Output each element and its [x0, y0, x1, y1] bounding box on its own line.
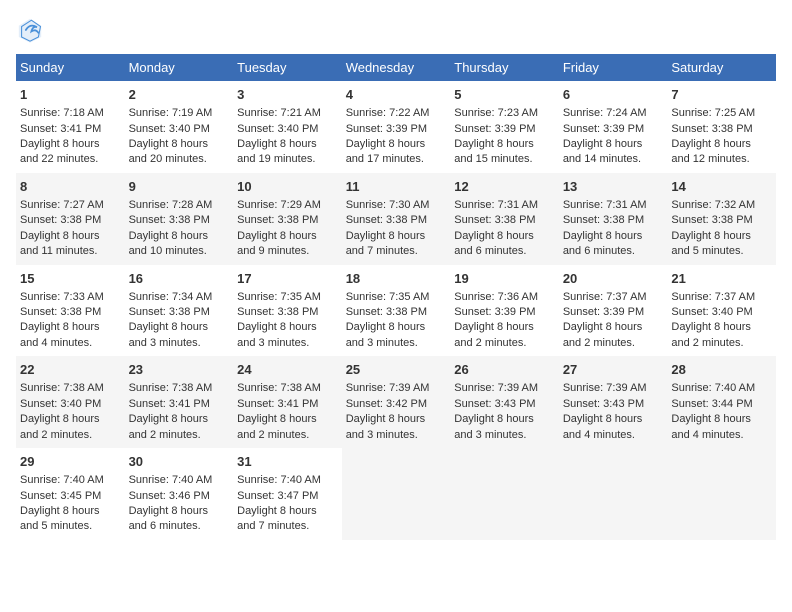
day-header-sunday: Sunday	[16, 54, 125, 81]
calendar-cell	[342, 448, 451, 540]
logo-icon	[16, 16, 44, 44]
calendar-cell: 1Sunrise: 7:18 AMSunset: 3:41 PMDaylight…	[16, 81, 125, 173]
calendar-cell: 8Sunrise: 7:27 AMSunset: 3:38 PMDaylight…	[16, 173, 125, 265]
calendar-cell: 14Sunrise: 7:32 AMSunset: 3:38 PMDayligh…	[667, 173, 776, 265]
calendar-week-3: 15Sunrise: 7:33 AMSunset: 3:38 PMDayligh…	[16, 265, 776, 357]
calendar-cell: 24Sunrise: 7:38 AMSunset: 3:41 PMDayligh…	[233, 356, 342, 448]
calendar-cell: 31Sunrise: 7:40 AMSunset: 3:47 PMDayligh…	[233, 448, 342, 540]
calendar-cell: 21Sunrise: 7:37 AMSunset: 3:40 PMDayligh…	[667, 265, 776, 357]
calendar-cell: 22Sunrise: 7:38 AMSunset: 3:40 PMDayligh…	[16, 356, 125, 448]
calendar-cell: 28Sunrise: 7:40 AMSunset: 3:44 PMDayligh…	[667, 356, 776, 448]
day-header-thursday: Thursday	[450, 54, 559, 81]
calendar-cell: 15Sunrise: 7:33 AMSunset: 3:38 PMDayligh…	[16, 265, 125, 357]
calendar-cell: 2Sunrise: 7:19 AMSunset: 3:40 PMDaylight…	[125, 81, 234, 173]
calendar-cell: 20Sunrise: 7:37 AMSunset: 3:39 PMDayligh…	[559, 265, 668, 357]
calendar-cell: 12Sunrise: 7:31 AMSunset: 3:38 PMDayligh…	[450, 173, 559, 265]
calendar-cell	[450, 448, 559, 540]
page-header	[16, 16, 776, 44]
calendar-cell: 10Sunrise: 7:29 AMSunset: 3:38 PMDayligh…	[233, 173, 342, 265]
logo	[16, 16, 48, 44]
calendar-week-4: 22Sunrise: 7:38 AMSunset: 3:40 PMDayligh…	[16, 356, 776, 448]
calendar-cell	[559, 448, 668, 540]
calendar-cell: 26Sunrise: 7:39 AMSunset: 3:43 PMDayligh…	[450, 356, 559, 448]
day-header-friday: Friday	[559, 54, 668, 81]
calendar-cell: 29Sunrise: 7:40 AMSunset: 3:45 PMDayligh…	[16, 448, 125, 540]
calendar-cell: 16Sunrise: 7:34 AMSunset: 3:38 PMDayligh…	[125, 265, 234, 357]
calendar-cell: 19Sunrise: 7:36 AMSunset: 3:39 PMDayligh…	[450, 265, 559, 357]
calendar-cell	[667, 448, 776, 540]
calendar-cell: 9Sunrise: 7:28 AMSunset: 3:38 PMDaylight…	[125, 173, 234, 265]
calendar-cell: 4Sunrise: 7:22 AMSunset: 3:39 PMDaylight…	[342, 81, 451, 173]
calendar-body: 1Sunrise: 7:18 AMSunset: 3:41 PMDaylight…	[16, 81, 776, 540]
calendar-cell: 5Sunrise: 7:23 AMSunset: 3:39 PMDaylight…	[450, 81, 559, 173]
day-header-tuesday: Tuesday	[233, 54, 342, 81]
calendar-cell: 3Sunrise: 7:21 AMSunset: 3:40 PMDaylight…	[233, 81, 342, 173]
calendar-cell: 13Sunrise: 7:31 AMSunset: 3:38 PMDayligh…	[559, 173, 668, 265]
calendar-cell: 25Sunrise: 7:39 AMSunset: 3:42 PMDayligh…	[342, 356, 451, 448]
calendar-cell: 27Sunrise: 7:39 AMSunset: 3:43 PMDayligh…	[559, 356, 668, 448]
calendar-week-1: 1Sunrise: 7:18 AMSunset: 3:41 PMDaylight…	[16, 81, 776, 173]
calendar-cell: 18Sunrise: 7:35 AMSunset: 3:38 PMDayligh…	[342, 265, 451, 357]
calendar-cell: 6Sunrise: 7:24 AMSunset: 3:39 PMDaylight…	[559, 81, 668, 173]
calendar-cell: 7Sunrise: 7:25 AMSunset: 3:38 PMDaylight…	[667, 81, 776, 173]
calendar-cell: 17Sunrise: 7:35 AMSunset: 3:38 PMDayligh…	[233, 265, 342, 357]
days-header-row: SundayMondayTuesdayWednesdayThursdayFrid…	[16, 54, 776, 81]
day-header-saturday: Saturday	[667, 54, 776, 81]
calendar-week-2: 8Sunrise: 7:27 AMSunset: 3:38 PMDaylight…	[16, 173, 776, 265]
calendar-cell: 11Sunrise: 7:30 AMSunset: 3:38 PMDayligh…	[342, 173, 451, 265]
day-header-wednesday: Wednesday	[342, 54, 451, 81]
calendar-cell: 30Sunrise: 7:40 AMSunset: 3:46 PMDayligh…	[125, 448, 234, 540]
day-header-monday: Monday	[125, 54, 234, 81]
calendar-week-5: 29Sunrise: 7:40 AMSunset: 3:45 PMDayligh…	[16, 448, 776, 540]
calendar-table: SundayMondayTuesdayWednesdayThursdayFrid…	[16, 54, 776, 540]
calendar-cell: 23Sunrise: 7:38 AMSunset: 3:41 PMDayligh…	[125, 356, 234, 448]
